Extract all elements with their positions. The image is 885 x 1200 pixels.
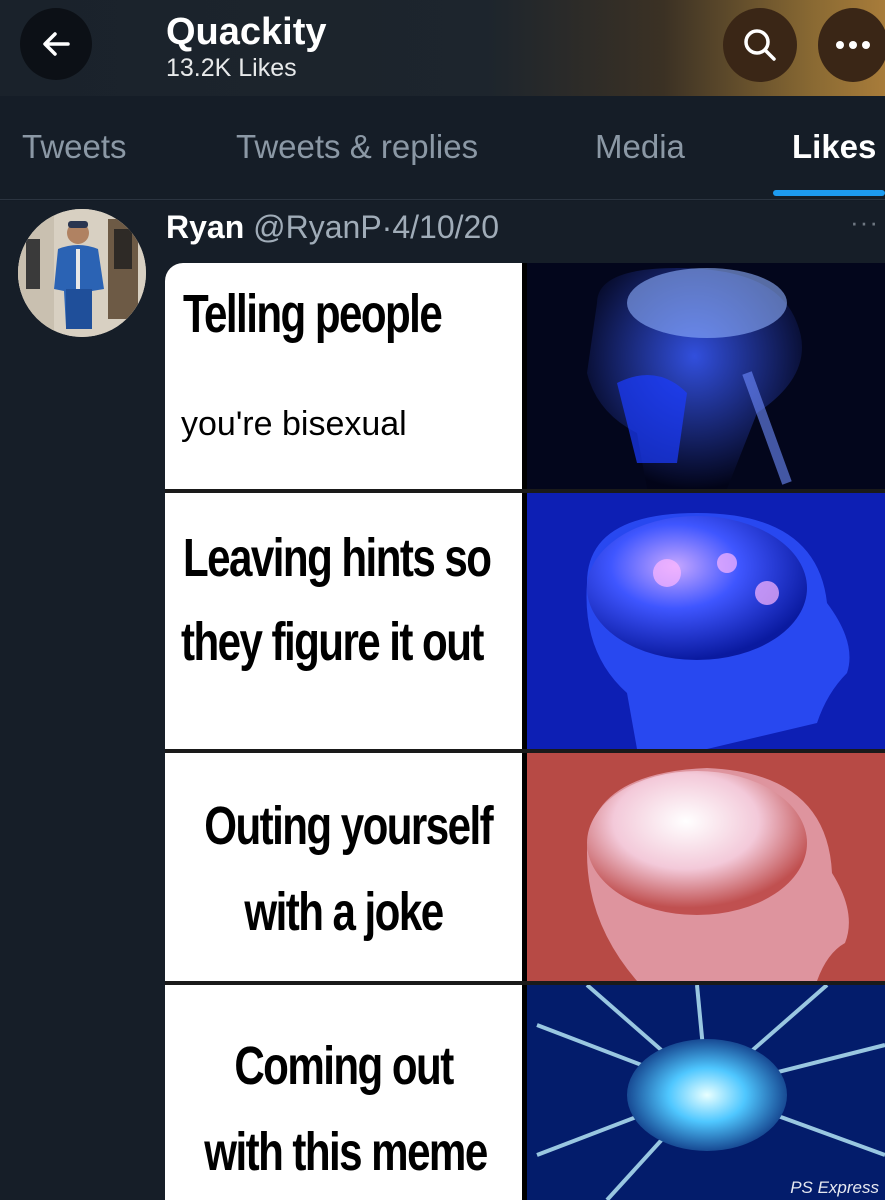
meme-panel-3: Outing yourself with a joke [165, 753, 885, 981]
panel-3-line-1-wrap: Outing yourself [165, 795, 522, 857]
tab-likes[interactable]: Likes [792, 128, 876, 166]
tab-media[interactable]: Media [595, 128, 685, 166]
panel-2-line-2: they figure it out [181, 612, 484, 672]
search-button[interactable] [723, 8, 797, 82]
panel-text: Leaving hints so they figure it out [165, 493, 522, 749]
panel-4-line-2-wrap: with this meme [165, 1121, 522, 1183]
tab-tweets-replies[interactable]: Tweets & replies [236, 128, 478, 166]
brain-image-3 [527, 753, 885, 981]
panel-text: Outing yourself with a joke [165, 753, 522, 981]
panel-4-line-1-wrap: Coming out [165, 1035, 522, 1097]
tweet[interactable]: Ryan @RyanP·4/10/20 ··· Telling people y… [0, 201, 885, 1200]
panel-3-line-2-wrap: with a joke [165, 881, 522, 943]
profile-title: Quackity [166, 11, 327, 53]
tweet-date[interactable]: 4/10/20 [392, 209, 499, 245]
panel-4-line-1: Coming out [234, 1036, 454, 1096]
title-block: Quackity 13.2K Likes [166, 10, 327, 82]
panel-3-line-1: Outing yourself [204, 796, 493, 856]
profile-tabs: Tweets Tweets & replies Media Likes [0, 96, 885, 200]
author-name[interactable]: Ryan [166, 209, 244, 245]
panel-1-line-2: you're bisexual [181, 405, 407, 443]
tweet-more-icon[interactable]: ··· [850, 207, 879, 238]
search-icon [744, 29, 776, 61]
profile-header: Quackity 13.2K Likes [0, 0, 885, 96]
tab-tweets[interactable]: Tweets [22, 128, 127, 166]
meme-panel-1: Telling people you're bisexual [165, 263, 885, 489]
panel-1-line-1: Telling people [183, 284, 443, 344]
panel-2-line-1: Leaving hints so [183, 528, 492, 588]
dot-separator: · [381, 209, 393, 245]
meme-panel-4: Coming out with this meme PS Express [165, 985, 885, 1200]
panel-text: Telling people you're bisexual [165, 263, 522, 489]
brain-image-2 [527, 493, 885, 749]
arrow-left-icon [43, 32, 70, 56]
more-button[interactable] [818, 8, 885, 82]
brain-image-1 [527, 263, 885, 489]
back-button[interactable] [20, 8, 92, 80]
author-handle[interactable]: @RyanP [253, 209, 382, 245]
avatar[interactable] [18, 209, 146, 337]
active-tab-indicator [773, 190, 885, 196]
panel-3-line-2: with a joke [244, 882, 444, 942]
likes-count: 13.2K Likes [166, 54, 297, 82]
panel-text: Coming out with this meme [165, 985, 522, 1200]
tweet-meta: Ryan @RyanP·4/10/20 [166, 209, 499, 246]
more-icon [836, 41, 870, 49]
brain-image-4: PS Express [527, 985, 885, 1200]
avatar-photo [18, 209, 146, 337]
image-watermark: PS Express [790, 1178, 879, 1197]
panel-4-line-2: with this meme [204, 1122, 488, 1182]
tweet-image[interactable]: Telling people you're bisexual Leaving h… [165, 263, 885, 1200]
meme-panel-2: Leaving hints so they figure it out [165, 493, 885, 749]
